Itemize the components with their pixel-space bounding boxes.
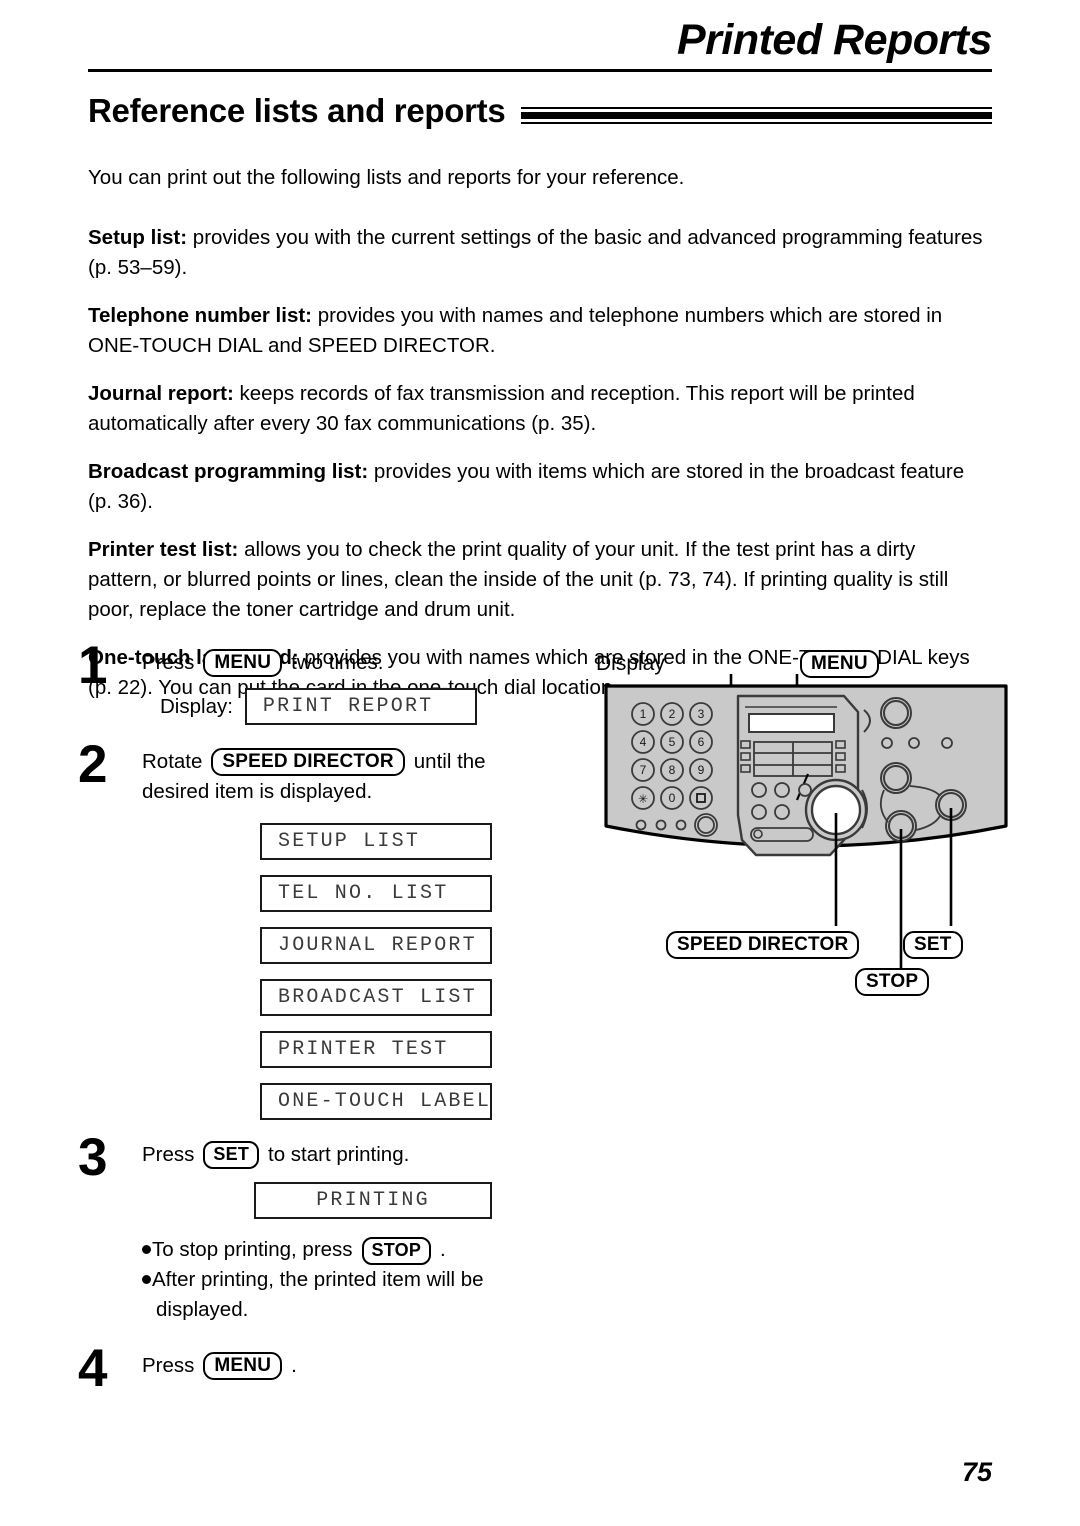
- intro-prose: You can print out the following lists an…: [88, 163, 988, 721]
- step-text-line2: desired item is displayed.: [142, 780, 373, 803]
- step-body: Rotate SPEED DIRECTOR until the desired …: [142, 747, 578, 807]
- lcd-display-journal-report: JOURNAL REPORT: [260, 927, 492, 964]
- step-body: Press MENU two times. Display: PRINT REP…: [142, 648, 578, 725]
- display-callout-label: Display: [596, 652, 665, 676]
- svg-text:5: 5: [669, 735, 676, 749]
- section-heading: Reference lists and reports: [88, 92, 992, 130]
- definition-journal-report: Journal report: keeps records of fax tra…: [88, 379, 988, 439]
- svg-text:7: 7: [640, 763, 647, 777]
- display-row: Display: PRINT REPORT: [160, 688, 578, 725]
- header-rule: [88, 69, 992, 73]
- definition-broadcast-programming-list: Broadcast programming list: provides you…: [88, 457, 988, 517]
- display-label: Display:: [160, 694, 233, 718]
- step-4: 4 Press MENU .: [78, 1342, 578, 1395]
- definition-term: Setup list:: [88, 226, 188, 249]
- lcd-display-printer-test: PRINTER TEST: [260, 1031, 492, 1068]
- step-body: Press MENU .: [142, 1351, 578, 1381]
- svg-text:3: 3: [698, 707, 705, 721]
- set-key[interactable]: SET: [903, 931, 963, 959]
- note-text-before: To stop printing, press: [152, 1238, 353, 1261]
- lcd-display-tel-no-list: TEL NO. LIST: [260, 875, 492, 912]
- procedure-steps: 1 Press MENU two times. Display: PRINT R…: [78, 639, 578, 1395]
- svg-text:4: 4: [640, 735, 647, 749]
- stop-callout: STOP: [855, 968, 930, 996]
- definition-term: Broadcast programming list:: [88, 460, 369, 483]
- step-text-before: Press: [142, 1143, 195, 1166]
- definition-term: Telephone number list:: [88, 304, 312, 327]
- menu-key[interactable]: MENU: [203, 649, 283, 677]
- step-1: 1 Press MENU two times. Display: PRINT R…: [78, 639, 578, 725]
- chapter-title: Printed Reports: [676, 16, 993, 64]
- step-number: 4: [78, 1339, 108, 1398]
- note-text-line1: After printing, the printed item will be: [152, 1268, 484, 1291]
- step-number: 3: [78, 1128, 108, 1187]
- lcd-display-broadcast-list: BROADCAST LIST: [260, 979, 492, 1016]
- step-text-before: Rotate: [142, 750, 203, 773]
- lcd-screen: [748, 713, 835, 733]
- page-number: 75: [961, 1457, 992, 1487]
- lcd-display-option-list: SETUP LIST TEL NO. LIST JOURNAL REPORT B…: [260, 823, 578, 1120]
- step-3: 3 Press SET to start printing. PRINTING …: [78, 1131, 578, 1325]
- stop-key[interactable]: STOP: [361, 1236, 432, 1265]
- set-key[interactable]: SET: [203, 1141, 260, 1169]
- svg-text:6: 6: [698, 735, 705, 749]
- svg-text:0: 0: [669, 791, 676, 805]
- set-callout: SET: [903, 931, 963, 959]
- decorative-rule: [521, 106, 992, 124]
- lcd-display-print-report: PRINT REPORT: [244, 688, 477, 725]
- svg-text:1: 1: [640, 707, 647, 721]
- definition-term: Printer test list:: [88, 538, 239, 561]
- speed-director-key[interactable]: SPEED DIRECTOR: [666, 931, 860, 959]
- step-text-after: two times.: [291, 651, 384, 674]
- definition-text: provides you with the current settings o…: [88, 226, 983, 279]
- step-text-after: to start printing.: [268, 1143, 410, 1166]
- one-touch-dial-grid: [753, 741, 833, 777]
- display-callout-text: Display: [596, 652, 665, 675]
- svg-text:8: 8: [669, 763, 676, 777]
- step-text-after: until the: [413, 750, 486, 773]
- svg-text:✳: ✳: [638, 792, 648, 806]
- definition-setup-list: Setup list: provides you with the curren…: [88, 223, 988, 283]
- step-text-before: Press: [142, 1354, 195, 1377]
- note-text-after: .: [440, 1238, 446, 1261]
- intro-paragraph: You can print out the following lists an…: [88, 166, 685, 189]
- definition-printer-test-list: Printer test list: allows you to check t…: [88, 535, 988, 625]
- lcd-display-setup-list: SETUP LIST: [260, 823, 492, 860]
- lcd-display-printing: PRINTING: [254, 1182, 492, 1219]
- panel-capsule-control: [750, 827, 814, 842]
- svg-text:2: 2: [669, 707, 676, 721]
- definition-term: Journal report:: [88, 382, 234, 405]
- section-title: Reference lists and reports: [88, 92, 506, 129]
- printing-display-wrap: PRINTING: [254, 1182, 578, 1219]
- note-after-printing: After printing, the printed item will be…: [142, 1265, 578, 1325]
- menu-key[interactable]: MENU: [203, 1352, 283, 1380]
- step-body: Press SET to start printing.: [142, 1140, 578, 1170]
- step-3-notes: To stop printing, press STOP. After print…: [142, 1235, 578, 1325]
- note-stop-printing: To stop printing, press STOP.: [142, 1235, 578, 1265]
- page-header: Printed Reports: [88, 16, 993, 73]
- step-text-before: Press: [142, 651, 195, 674]
- speed-director-key[interactable]: SPEED DIRECTOR: [211, 748, 405, 776]
- bullet-dot-icon: [142, 1275, 151, 1284]
- step-text-after: .: [291, 1354, 297, 1377]
- menu-key[interactable]: MENU: [800, 650, 879, 678]
- step-number: 1: [78, 636, 108, 695]
- step-number: 2: [78, 735, 108, 794]
- note-text-line2: displayed.: [156, 1298, 249, 1321]
- svg-text:9: 9: [698, 763, 705, 777]
- bullet-dot-icon: [142, 1245, 151, 1254]
- step-2: 2 Rotate SPEED DIRECTOR until the desire…: [78, 738, 578, 1120]
- definition-telephone-number-list: Telephone number list: provides you with…: [88, 301, 988, 361]
- speed-director-callout: SPEED DIRECTOR: [666, 931, 860, 959]
- menu-callout: MENU: [800, 650, 879, 678]
- stop-key[interactable]: STOP: [855, 968, 930, 996]
- lcd-display-one-touch-label: ONE-TOUCH LABEL: [260, 1083, 492, 1120]
